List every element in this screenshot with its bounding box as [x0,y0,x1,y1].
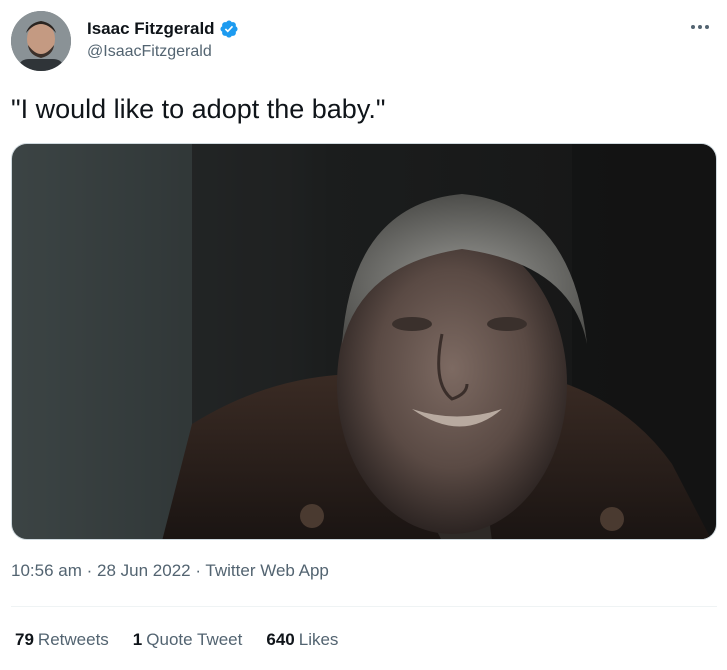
meta-separator: · [86,561,98,580]
retweets-stat[interactable]: 79 Retweets [15,630,109,650]
avatar[interactable] [11,11,71,71]
display-name-row: Isaac Fitzgerald [87,17,239,41]
tweet-stats: 79 Retweets 1 Quote Tweet 640 Likes [15,630,362,650]
likes-stat[interactable]: 640 Likes [266,630,338,650]
tweet-media-image[interactable] [11,143,717,540]
quotes-count: 1 [132,630,143,649]
more-horizontal-icon [691,25,709,29]
tweet-meta: 10:56 am · 28 Jun 2022 · Twitter Web App [11,561,329,581]
likes-label: Likes [298,630,339,649]
more-button[interactable] [683,15,717,39]
author-handle[interactable]: @IsaacFitzgerald [87,43,239,61]
tweet-header: Isaac Fitzgerald @IsaacFitzgerald [11,11,717,73]
likes-count: 640 [266,630,295,649]
divider [11,606,717,607]
retweets-count: 79 [15,630,34,649]
quote-tweets-stat[interactable]: 1 Quote Tweet [133,630,243,650]
tweet-text: "I would like to adopt the baby." [11,94,386,124]
meta-separator: · [195,561,206,580]
display-name[interactable]: Isaac Fitzgerald [87,19,215,39]
retweets-label: Retweets [37,630,109,649]
author-names: Isaac Fitzgerald @IsaacFitzgerald [87,17,239,61]
tweet: Isaac Fitzgerald @IsaacFitzgerald "I wou… [0,0,727,670]
tweet-date[interactable]: 28 Jun 2022 [97,561,191,580]
quotes-label: Quote Tweet [146,630,243,649]
verified-badge-icon [219,19,239,39]
tweet-time[interactable]: 10:56 am [11,561,82,580]
avatar-image [11,11,71,71]
media-photo [12,144,716,539]
tweet-source[interactable]: Twitter Web App [205,561,328,580]
